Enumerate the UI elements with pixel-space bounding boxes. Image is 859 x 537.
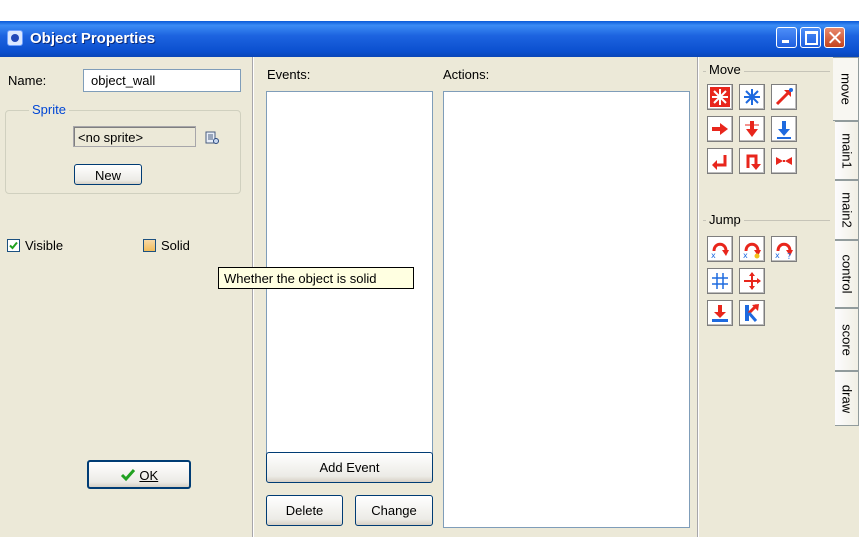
solid-label: Solid	[161, 238, 190, 253]
solid-checkbox[interactable]	[143, 239, 156, 252]
solid-tooltip: Whether the object is solid	[218, 267, 414, 289]
title-bar[interactable]: Object Properties	[0, 21, 859, 57]
gravity-icon[interactable]	[771, 116, 797, 142]
close-button[interactable]	[824, 27, 845, 48]
snap-to-grid-icon[interactable]	[707, 268, 733, 294]
minimize-button[interactable]	[776, 27, 797, 48]
events-label: Events:	[267, 67, 311, 82]
svg-text:x: x	[775, 251, 780, 259]
object-icon	[7, 30, 23, 46]
sprite-field[interactable]: <no sprite>	[73, 126, 196, 147]
library-tabs: move main1 main2 control score draw	[833, 57, 859, 537]
sprite-browse-icon[interactable]	[205, 131, 220, 145]
name-input[interactable]: object_wall	[83, 69, 241, 92]
visible-checkbox[interactable]	[7, 239, 20, 252]
bounce-icon[interactable]	[739, 300, 765, 326]
move-free-icon[interactable]	[739, 84, 765, 110]
speed-vertical-icon[interactable]	[739, 116, 765, 142]
tab-move[interactable]: move	[833, 57, 859, 121]
tab-main1[interactable]: main1	[835, 121, 859, 180]
jump-to-random-icon[interactable]: ? x	[771, 236, 797, 262]
add-event-button[interactable]: Add Event	[266, 452, 433, 483]
delete-event-button[interactable]: Delete	[266, 495, 343, 526]
check-icon	[120, 469, 135, 482]
friction-icon[interactable]	[771, 148, 797, 174]
maximize-button[interactable]	[800, 27, 821, 48]
svg-text:x: x	[711, 251, 716, 259]
reverse-vertical-icon[interactable]	[739, 148, 765, 174]
tab-main2[interactable]: main2	[835, 180, 859, 240]
svg-text:x: x	[743, 251, 748, 259]
new-sprite-button[interactable]: New	[74, 164, 142, 185]
ok-label: OK	[139, 468, 159, 483]
divider	[252, 57, 254, 537]
change-event-button[interactable]: Change	[355, 495, 433, 526]
move-group-label: Move	[706, 62, 744, 77]
jump-to-position-icon[interactable]: x	[707, 236, 733, 262]
move-fixed-icon[interactable]	[707, 84, 733, 110]
visible-label: Visible	[25, 238, 64, 253]
window-title: Object Properties	[30, 30, 156, 47]
jump-group-label: Jump	[706, 212, 744, 227]
tab-draw[interactable]: draw	[835, 371, 859, 426]
move-to-contact-icon[interactable]	[707, 300, 733, 326]
tab-score[interactable]: score	[835, 308, 859, 371]
ok-button[interactable]: OK	[87, 460, 191, 489]
tab-control[interactable]: control	[835, 240, 859, 308]
reverse-horizontal-icon[interactable]	[707, 148, 733, 174]
sprite-group-label: Sprite	[29, 102, 69, 117]
divider	[697, 57, 699, 537]
object-properties-window: Object Properties Name: object_wall Spri…	[0, 21, 859, 537]
actions-label: Actions:	[443, 67, 490, 82]
wrap-screen-icon[interactable]	[739, 268, 765, 294]
move-towards-icon[interactable]	[771, 84, 797, 110]
actions-list[interactable]	[443, 91, 690, 528]
jump-to-start-icon[interactable]: x	[739, 236, 765, 262]
svg-text:?: ?	[787, 252, 791, 259]
name-label: Name:	[8, 73, 47, 88]
speed-horizontal-icon[interactable]	[707, 116, 733, 142]
